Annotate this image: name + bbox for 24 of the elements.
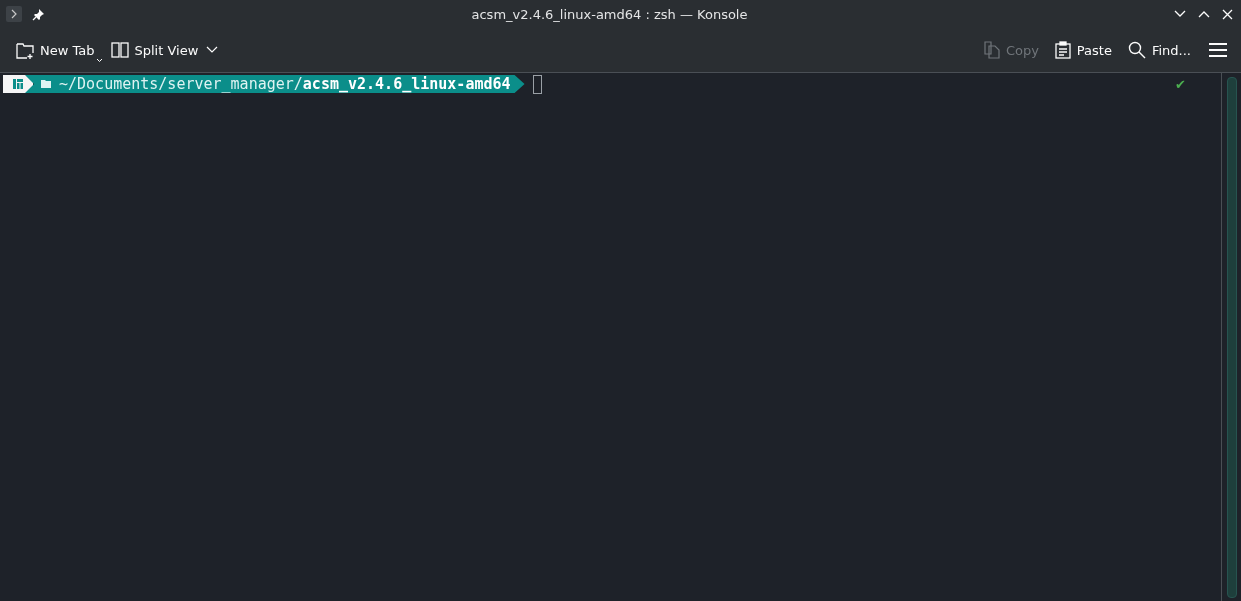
- copy-icon: [983, 41, 1000, 59]
- prompt-path: ~/Documents/server_manager/acsm_v2.4.6_linux-amd64: [59, 75, 511, 93]
- split-view-icon: [110, 42, 129, 58]
- minimize-icon[interactable]: [1174, 10, 1186, 18]
- caret-icon[interactable]: [206, 46, 219, 54]
- text-cursor: [532, 74, 542, 94]
- status-check: ✔: [1175, 77, 1186, 92]
- distro-icon: [13, 79, 23, 89]
- folder-icon: [41, 80, 51, 88]
- pin-icon[interactable]: [32, 7, 45, 21]
- menu-icon[interactable]: [1209, 43, 1227, 57]
- split-view-button[interactable]: Split View: [102, 35, 207, 65]
- scrollbar-thumb[interactable]: [1226, 77, 1237, 598]
- terminal-icon[interactable]: [6, 6, 22, 22]
- paste-button[interactable]: Paste: [1046, 35, 1120, 65]
- find-button[interactable]: Find...: [1119, 35, 1199, 65]
- new-tab-icon: [16, 41, 34, 59]
- maximize-icon[interactable]: [1198, 10, 1210, 18]
- window-title: acsm_v2.4.6_linux-amd64 : zsh — Konsole: [470, 6, 749, 22]
- new-tab-button[interactable]: New Tab: [8, 35, 103, 65]
- close-icon[interactable]: [1222, 8, 1233, 20]
- caret-icon: [95, 58, 103, 63]
- clipboard-icon: [1054, 41, 1071, 59]
- search-icon: [1127, 41, 1146, 59]
